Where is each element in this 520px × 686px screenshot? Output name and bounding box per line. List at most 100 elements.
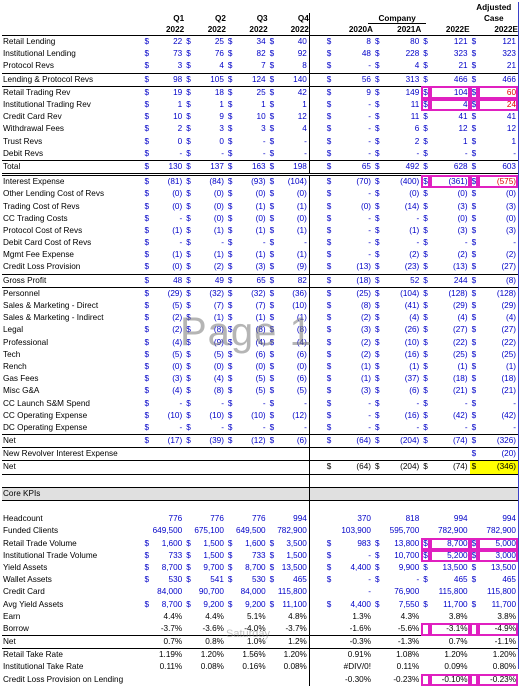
annual-value-cell[interactable]: 0.7% [430, 634, 470, 650]
annual-value-cell[interactable]: (25) [478, 349, 518, 361]
row-label[interactable]: Retail Take Rate [2, 649, 143, 662]
annual-value-cell[interactable]: 0.91% [333, 649, 373, 662]
annual-value-cell[interactable]: 11,700 [478, 598, 518, 610]
row-label[interactable]: Credit Loss Provision on Lending [2, 674, 143, 686]
annual-value-cell[interactable]: (10) [382, 337, 422, 349]
quarter-value-cell[interactable]: (1) [235, 312, 268, 324]
quarter-value-cell[interactable]: (17) [151, 433, 185, 449]
quarter-value-cell[interactable]: 1.19% [151, 649, 184, 662]
quarter-value-cell[interactable]: (39) [193, 433, 226, 449]
annual-value-cell[interactable]: (3) [333, 385, 373, 397]
annual-value-cell[interactable]: 4 [382, 60, 422, 73]
row-label[interactable]: Other Lending Cost of Revs [2, 188, 143, 200]
annual-value-cell[interactable]: 994 [478, 513, 518, 525]
row-label[interactable]: Interest Expense [2, 175, 143, 189]
annual-value-cell[interactable]: (25) [430, 349, 470, 361]
row-label[interactable]: Gross Profit [2, 273, 143, 288]
quarter-value-cell[interactable]: 13,500 [276, 562, 309, 574]
quarter-value-cell[interactable]: (6) [276, 373, 309, 385]
quarter-value-cell[interactable]: 1,500 [276, 550, 309, 562]
quarter-value-cell[interactable]: 1.56% [235, 649, 268, 662]
annual-value-cell[interactable]: 323 [430, 48, 470, 60]
quarter-value-cell[interactable]: - [235, 148, 268, 161]
annual-value-cell[interactable]: (29) [430, 300, 470, 312]
quarter-value-cell[interactable]: - [193, 237, 226, 249]
annual-value-cell[interactable]: - [382, 237, 422, 249]
quarter-value-cell[interactable]: 0.7% [151, 634, 185, 650]
annual-value-cell[interactable]: - [333, 225, 373, 237]
annual-value-cell[interactable]: (0) [382, 188, 422, 200]
annual-value-cell[interactable]: - [333, 574, 373, 586]
quarter-value-cell[interactable]: (0) [193, 188, 226, 200]
annual-value-cell[interactable]: 4 [430, 98, 470, 112]
row-label[interactable]: Trading Cost of Revs [2, 200, 143, 212]
quarter-value-cell[interactable] [235, 674, 268, 686]
quarter-value-cell[interactable]: (0) [276, 188, 309, 200]
quarter-value-cell[interactable]: -3.6% [193, 623, 226, 636]
quarter-value-cell[interactable]: (7) [193, 300, 226, 312]
row-label[interactable]: Core KPIs [2, 486, 143, 501]
annual-value-cell[interactable]: (27) [430, 324, 470, 336]
quarter-value-cell[interactable]: 3 [151, 60, 184, 73]
row-label[interactable]: Misc G&A [2, 385, 143, 397]
annual-value-cell[interactable]: 4,400 [333, 562, 373, 574]
annual-value-cell[interactable]: 121 [430, 36, 470, 49]
quarter-value-cell[interactable]: 9 [193, 111, 226, 123]
row-label[interactable]: Sales & Marketing - Indirect [2, 312, 143, 324]
row-label[interactable]: Institutional Trading Rev [2, 99, 143, 111]
row-label[interactable]: Wallet Assets [2, 574, 143, 586]
annual-value-cell[interactable]: 65 [333, 159, 373, 177]
annual-value-cell[interactable]: 465 [478, 574, 518, 586]
quarter-value-cell[interactable]: (104) [276, 175, 309, 189]
annual-value-cell[interactable]: 12 [430, 123, 470, 135]
annual-value-cell[interactable]: - [333, 550, 373, 562]
annual-value-cell[interactable]: (8) [333, 300, 373, 312]
quarter-value-cell[interactable]: (0) [193, 213, 226, 225]
quarter-value-cell[interactable]: (1) [151, 249, 184, 261]
quarter-value-cell[interactable]: (12) [234, 433, 268, 449]
annual-value-cell[interactable]: - [333, 213, 373, 225]
quarter-value-cell[interactable] [276, 474, 309, 487]
annual-value-cell[interactable]: 10,700 [382, 550, 422, 562]
quarter-value-cell[interactable] [151, 674, 184, 686]
annual-value-cell[interactable] [430, 500, 470, 513]
annual-value-cell[interactable]: -1.1% [478, 634, 518, 650]
annual-value-cell[interactable]: 21 [478, 60, 518, 73]
quarter-value-cell[interactable]: 42 [276, 86, 309, 99]
quarter-value-cell[interactable] [151, 500, 184, 513]
quarter-value-cell[interactable]: 9,700 [193, 562, 226, 574]
quarter-value-cell[interactable]: 3 [235, 123, 268, 135]
annual-value-cell[interactable]: 323 [478, 48, 518, 60]
quarter-value-cell[interactable]: (1) [276, 225, 309, 237]
annual-value-cell[interactable]: 603 [478, 159, 518, 177]
annual-value-cell[interactable]: - [333, 237, 373, 249]
quarter-value-cell[interactable]: (6) [235, 349, 268, 361]
annual-value-cell[interactable]: (0) [430, 188, 470, 200]
annual-value-cell[interactable]: -0.30% [333, 674, 373, 686]
quarter-value-cell[interactable] [193, 448, 226, 461]
quarter-value-cell[interactable]: 137 [193, 159, 226, 177]
quarter-value-cell[interactable]: (10) [193, 410, 226, 422]
quarter-value-cell[interactable]: (0) [276, 361, 309, 373]
quarter-value-cell[interactable]: 465 [276, 574, 309, 586]
quarter-value-cell[interactable]: 22 [151, 36, 184, 49]
quarter-value-cell[interactable]: (8) [235, 324, 268, 336]
quarter-value-cell[interactable] [151, 448, 184, 461]
annual-value-cell[interactable]: (1) [333, 361, 373, 373]
annual-value-cell[interactable]: 104 [430, 86, 470, 99]
quarter-value-cell[interactable]: -3.7% [276, 623, 309, 636]
annual-value-cell[interactable]: - [478, 397, 518, 409]
annual-value-cell[interactable]: #DIV/0! [333, 661, 373, 673]
annual-value-cell[interactable]: 149 [382, 86, 422, 99]
annual-value-cell[interactable]: (3) [430, 200, 470, 212]
annual-value-cell[interactable]: (1) [333, 373, 373, 385]
annual-value-cell[interactable]: (27) [478, 324, 518, 336]
annual-value-cell[interactable]: (3) [478, 200, 518, 212]
quarter-value-cell[interactable]: (93) [235, 175, 268, 189]
annual-value-cell[interactable]: - [382, 422, 422, 435]
quarter-value-cell[interactable]: 1,500 [193, 550, 226, 562]
quarter-value-cell[interactable]: (1) [193, 249, 226, 261]
quarter-value-cell[interactable] [193, 474, 226, 487]
quarter-value-cell[interactable]: (12) [276, 410, 309, 422]
row-label[interactable]: Headcount [2, 513, 143, 525]
